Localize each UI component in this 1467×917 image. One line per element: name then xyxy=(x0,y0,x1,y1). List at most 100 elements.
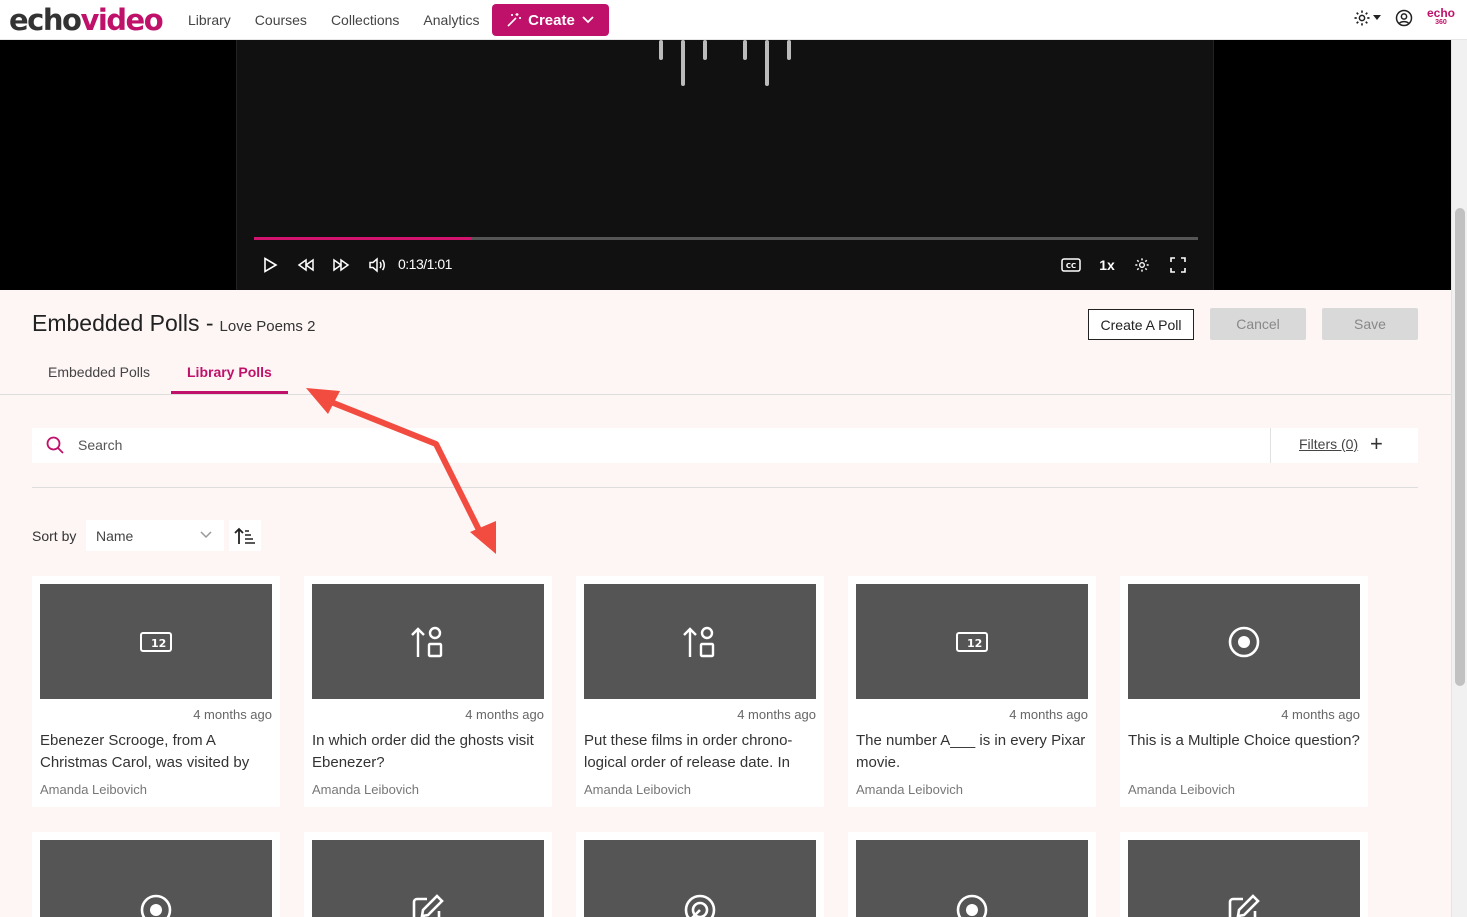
gear-icon xyxy=(1354,10,1370,26)
chevron-down-icon xyxy=(200,531,212,539)
gear-icon xyxy=(1135,258,1149,272)
poll-thumbnail xyxy=(1128,840,1360,917)
edit-icon xyxy=(412,894,444,917)
poll-author: Amanda Leibovich xyxy=(856,782,963,797)
play-icon xyxy=(264,257,278,273)
poll-title: Ebenezer Scrooge, from A Christmas Carol… xyxy=(40,732,250,771)
sort-label: Sort by xyxy=(32,528,77,544)
poll-thumbnail xyxy=(1128,584,1360,699)
poll-age: 4 months ago xyxy=(1009,707,1088,722)
svg-text:12: 12 xyxy=(151,637,166,650)
play-button[interactable] xyxy=(258,253,282,277)
cancel-button[interactable]: Cancel xyxy=(1210,308,1306,340)
nav-library[interactable]: Library xyxy=(188,12,231,28)
search-icon xyxy=(46,436,64,454)
hotspot-icon xyxy=(684,894,716,917)
poll-author: Amanda Leibovich xyxy=(1128,782,1235,797)
tab-library-polls[interactable]: Library Polls xyxy=(171,364,288,394)
poll-author: Amanda Leibovich xyxy=(312,782,419,797)
caret-down-icon xyxy=(1372,15,1381,20)
poll-thumbnail xyxy=(584,584,816,699)
volume-button[interactable] xyxy=(365,253,389,277)
player-settings-button[interactable] xyxy=(1130,253,1154,277)
settings-menu[interactable] xyxy=(1353,9,1381,27)
echovideo-logo[interactable]: echovideo xyxy=(9,3,164,37)
poll-card[interactable] xyxy=(304,832,552,917)
poll-author: Amanda Leibovich xyxy=(584,782,691,797)
page-scrollbar[interactable] xyxy=(1451,40,1467,917)
create-label: Create xyxy=(528,11,575,29)
poll-title: The number A___ is in every Pixar movie. xyxy=(856,732,1086,771)
poll-age: 4 months ago xyxy=(465,707,544,722)
fast-forward-button[interactable] xyxy=(329,253,353,277)
poll-card[interactable]: 4 months ago This is a Multiple Choice q… xyxy=(1120,576,1368,807)
poll-title: Put these films in order chrono-logical … xyxy=(584,732,793,771)
fullscreen-button[interactable] xyxy=(1166,253,1190,277)
playback-speed-button[interactable]: 1x xyxy=(1094,253,1120,277)
sort-direction-button[interactable] xyxy=(229,520,261,551)
sort-value: Name xyxy=(96,528,134,544)
search-bar: Search Filters (0) + xyxy=(32,428,1418,463)
search-divider xyxy=(1270,428,1271,463)
poll-card[interactable]: 4 months ago Put these films in order ch… xyxy=(576,576,824,807)
fast-forward-icon xyxy=(333,258,350,272)
chevron-down-icon xyxy=(582,16,594,24)
multiple-choice-icon xyxy=(140,894,172,917)
poll-author: Amanda Leibovich xyxy=(40,782,147,797)
top-navigation: echovideo Library Courses Collections An… xyxy=(0,0,1467,40)
poll-thumbnail xyxy=(40,840,272,917)
poll-thumbnail: 12 xyxy=(40,584,272,699)
create-poll-button[interactable]: Create A Poll xyxy=(1088,309,1194,340)
create-button[interactable]: Create xyxy=(492,4,609,36)
video-player[interactable]: 0:13/1:01 CC 1x xyxy=(0,40,1451,290)
rewind-button[interactable] xyxy=(294,253,318,277)
poll-age: 4 months ago xyxy=(737,707,816,722)
tab-embedded-polls[interactable]: Embedded Polls xyxy=(48,364,150,391)
top-right-icons: echo 360 xyxy=(1353,7,1455,28)
sort-select[interactable]: Name xyxy=(86,520,224,551)
poll-title: In which order did the ghosts visit Eben… xyxy=(312,732,534,771)
player-controls: 0:13/1:01 CC 1x xyxy=(254,253,1198,277)
nav-analytics[interactable]: Analytics xyxy=(423,12,479,28)
save-button[interactable]: Save xyxy=(1322,308,1418,340)
filters-link[interactable]: Filters (0) xyxy=(1299,436,1358,452)
volume-icon xyxy=(369,257,385,273)
ordering-icon xyxy=(411,626,443,657)
poll-thumbnail xyxy=(856,840,1088,917)
closed-captions-icon: CC xyxy=(1061,258,1081,272)
poll-tabs: Embedded Polls Library Polls xyxy=(0,358,1451,395)
poll-title: This is a Multiple Choice question? xyxy=(1128,732,1360,749)
audio-waveform-graphic xyxy=(659,40,791,86)
poll-card[interactable] xyxy=(576,832,824,917)
logo-text-echo: echo xyxy=(9,3,82,37)
scrollbar-thumb[interactable] xyxy=(1455,208,1465,686)
poll-thumbnail xyxy=(584,840,816,917)
search-input[interactable]: Search xyxy=(78,437,122,453)
captions-button[interactable]: CC xyxy=(1059,253,1083,277)
page-subtitle: Love Poems 2 xyxy=(219,318,316,335)
page-title-text: Embedded Polls - xyxy=(32,310,214,336)
poll-card[interactable] xyxy=(1120,832,1368,917)
progress-bar[interactable] xyxy=(254,237,1198,240)
edit-icon xyxy=(1228,894,1260,917)
ordering-icon xyxy=(683,626,715,657)
poll-card[interactable]: 12 4 months ago Ebenezer Scrooge, from A… xyxy=(32,576,280,807)
poll-card[interactable] xyxy=(32,832,280,917)
sort-ascending-icon xyxy=(234,527,255,544)
poll-card[interactable]: 12 4 months ago The number A___ is in ev… xyxy=(848,576,1096,807)
nav-courses[interactable]: Courses xyxy=(255,12,307,28)
poll-thumbnail xyxy=(312,584,544,699)
poll-card[interactable] xyxy=(848,832,1096,917)
main-nav: Library Courses Collections Analytics xyxy=(188,12,503,28)
nav-collections[interactable]: Collections xyxy=(331,12,399,28)
logo-text-video: video xyxy=(80,3,163,37)
divider xyxy=(32,487,1418,488)
progress-fill xyxy=(254,237,472,240)
add-filter-icon[interactable]: + xyxy=(1370,433,1383,455)
poll-thumbnail xyxy=(312,840,544,917)
poll-age: 4 months ago xyxy=(193,707,272,722)
user-circle-icon[interactable] xyxy=(1395,9,1413,27)
page-title: Embedded Polls - Love Poems 2 xyxy=(32,310,315,337)
echo360-brand: echo 360 xyxy=(1427,7,1455,28)
poll-card[interactable]: 4 months ago In which order did the ghos… xyxy=(304,576,552,807)
